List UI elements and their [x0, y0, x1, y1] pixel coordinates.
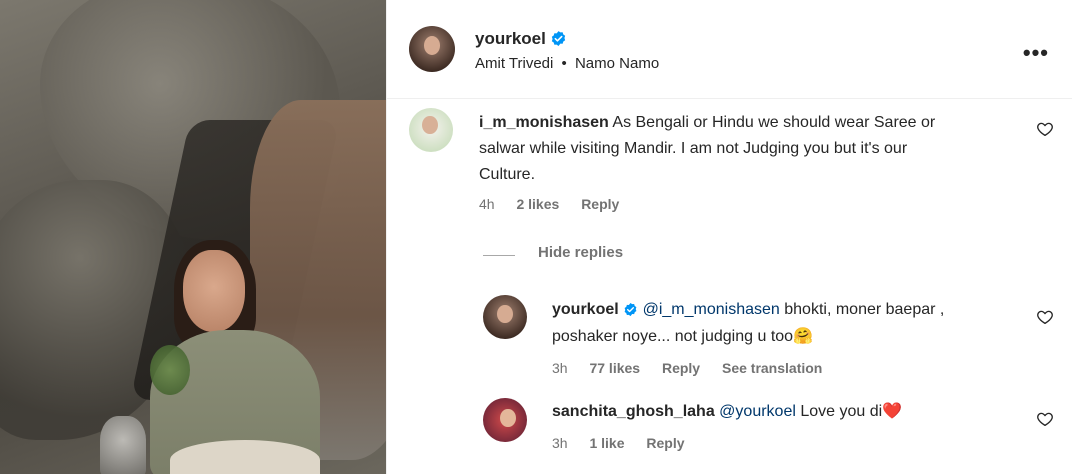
reply-username[interactable]: sanchita_ghosh_laha	[552, 403, 715, 420]
reply-likes[interactable]: 77 likes	[589, 360, 640, 376]
verified-badge-icon	[624, 302, 637, 317]
audio-artist[interactable]: Amit Trivedi	[475, 55, 553, 72]
reply-meta: 3h 77 likes Reply See translation	[552, 360, 1022, 376]
comment-text-line-3: Culture.	[479, 166, 536, 183]
reply-time[interactable]: 3h	[552, 360, 568, 376]
post-header: yourkoel Amit Trivedi • Namo Namo •••	[387, 0, 1072, 99]
heart-outline-icon[interactable]	[1036, 410, 1054, 428]
photo-idol	[100, 416, 146, 474]
reply-mention[interactable]: @i_m_monishasen	[643, 301, 780, 318]
audio-separator: •	[561, 55, 567, 72]
photo-person-face	[183, 250, 245, 332]
reply-reply-button[interactable]: Reply	[646, 435, 684, 451]
more-options-icon[interactable]: •••	[1023, 40, 1049, 66]
hug-emoji-icon: 🤗	[793, 326, 813, 345]
comment-body: i_m_monishasen As Bengali or Hindu we sh…	[479, 110, 1039, 188]
post-photo	[0, 0, 386, 474]
comment-likes[interactable]: 2 likes	[516, 196, 559, 212]
comment-username[interactable]: i_m_monishasen	[479, 114, 609, 131]
reply-text: Love you di	[800, 403, 883, 420]
heart-outline-icon[interactable]	[1036, 120, 1054, 138]
reply-avatar[interactable]	[483, 398, 527, 442]
heart-outline-icon[interactable]	[1036, 308, 1054, 326]
author-line: yourkoel	[475, 29, 567, 49]
comments-panel: yourkoel Amit Trivedi • Namo Namo ••• i_…	[386, 0, 1072, 474]
comment-time[interactable]: 4h	[479, 196, 495, 212]
reply-item: sanchita_ghosh_laha @yourkoel Love you d…	[552, 398, 1022, 451]
reply-item: yourkoel @i_m_monishasen bhokti, moner b…	[552, 297, 1022, 376]
comment-item: i_m_monishasen As Bengali or Hindu we sh…	[479, 110, 1039, 212]
photo-person-skirt	[170, 440, 320, 474]
audio-track[interactable]: Namo Namo	[575, 55, 659, 72]
comment-reply-button[interactable]: Reply	[581, 196, 619, 212]
reply-text-line-2: poshaker noye... not judging u too	[552, 328, 794, 345]
hide-replies-line	[483, 255, 515, 256]
reply-username[interactable]: yourkoel	[552, 301, 619, 318]
reply-text: bhokti, moner baepar ,	[784, 301, 945, 318]
reply-avatar[interactable]	[483, 295, 527, 339]
reply-body: sanchita_ghosh_laha @yourkoel Love you d…	[552, 398, 1022, 425]
red-heart-emoji-icon: ❤️	[882, 401, 903, 420]
hide-replies-button[interactable]: Hide replies	[538, 244, 623, 261]
reply-meta: 3h 1 like Reply	[552, 435, 1022, 451]
reply-reply-button[interactable]: Reply	[662, 360, 700, 376]
photo-leaves	[150, 345, 190, 395]
comment-meta: 4h 2 likes Reply	[479, 196, 1039, 212]
reply-time[interactable]: 3h	[552, 435, 568, 451]
verified-badge-icon	[552, 31, 566, 46]
reply-body: yourkoel @i_m_monishasen bhokti, moner b…	[552, 297, 1022, 350]
comment-text-line-2: salwar while visiting Mandir. I am not J…	[479, 140, 908, 157]
see-translation-button[interactable]: See translation	[722, 360, 822, 376]
reply-mention[interactable]: @yourkoel	[719, 403, 796, 420]
reply-likes[interactable]: 1 like	[589, 435, 624, 451]
author-avatar[interactable]	[409, 26, 455, 72]
audio-line: Amit Trivedi • Namo Namo	[475, 55, 659, 72]
comment-text-line-1: As Bengali or Hindu we should wear Saree…	[612, 114, 936, 131]
commenter-avatar[interactable]	[409, 108, 453, 152]
author-username[interactable]: yourkoel	[475, 29, 546, 48]
